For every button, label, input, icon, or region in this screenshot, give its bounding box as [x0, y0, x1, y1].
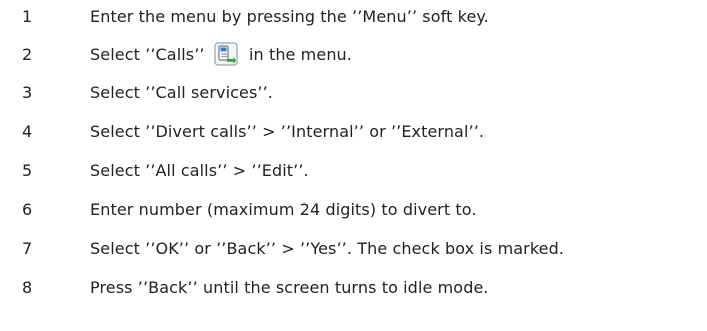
step-number: 1: [22, 7, 33, 26]
step-text: Press ’’Back’’ until the screen turns to…: [90, 278, 489, 297]
step-text: Select ’’OK’’ or ’’Back’’ > ’’Yes’’. The…: [90, 239, 565, 258]
step-number: 6: [22, 200, 33, 219]
step-item: 6 Enter number (maximum 24 digits) to di…: [0, 195, 707, 225]
step-text: Select ’’Call services’’.: [90, 83, 273, 102]
step-number: 3: [22, 83, 33, 102]
calls-menu-icon: [214, 41, 238, 66]
step-item: 2 Select ’’Calls’’ in the menu.: [0, 40, 707, 70]
step-number: 4: [22, 122, 33, 141]
step-number: 7: [22, 239, 33, 258]
step-item: 5 Select ’’All calls’’ > ’’Edit’’.: [0, 156, 707, 186]
step-text: Enter number (maximum 24 digits) to dive…: [90, 200, 477, 219]
step-text: Select ’’Calls’’ in the menu.: [90, 40, 352, 70]
step-text: Select ’’All calls’’ > ’’Edit’’.: [90, 161, 309, 180]
step-number: 5: [22, 161, 33, 180]
step-item: 8 Press ’’Back’’ until the screen turns …: [0, 273, 707, 303]
step-text-after-icon: in the menu.: [248, 45, 352, 64]
step-item: 1 Enter the menu by pressing the ’’Menu’…: [0, 2, 707, 32]
step-number: 2: [22, 45, 33, 64]
step-number: 8: [22, 278, 33, 297]
step-text: Enter the menu by pressing the ’’Menu’’ …: [90, 7, 489, 26]
step-item: 7 Select ’’OK’’ or ’’Back’’ > ’’Yes’’. T…: [0, 234, 707, 264]
step-item: 3 Select ’’Call services’’.: [0, 78, 707, 108]
step-item: 4 Select ’’Divert calls’’ > ’’Internal’’…: [0, 117, 707, 147]
step-text: Select ’’Divert calls’’ > ’’Internal’’ o…: [90, 122, 485, 141]
step-text-before-icon: Select ’’Calls’’: [90, 45, 205, 64]
